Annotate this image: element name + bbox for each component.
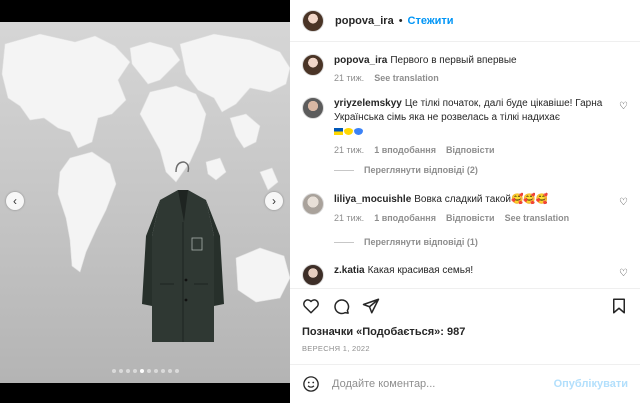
post-date[interactable]: ВЕРЕСНЯ 1, 2022 <box>302 344 370 353</box>
carousel-dot <box>111 369 116 373</box>
caption-see-translation[interactable]: See translation <box>374 71 439 85</box>
comments-list: popova_ira Первого в первый впервые 21 ти… <box>290 43 640 288</box>
replies-line <box>334 169 354 171</box>
reply-button[interactable]: Відповісти <box>446 211 495 225</box>
post-dialog: ‹ › popova_ira • Стежити popova_ira Перво… <box>0 0 640 403</box>
view-replies-button[interactable]: Переглянути відповіді (1) <box>334 237 478 247</box>
add-comment-bar: Опублікувати <box>290 364 640 403</box>
jacket-image <box>142 190 224 342</box>
caption-text: Первого в первый впервые <box>390 55 517 66</box>
follow-button[interactable]: Стежити <box>408 15 454 27</box>
ukraine-flag-icon <box>334 127 343 135</box>
commenter-avatar[interactable] <box>302 97 324 119</box>
carousel-dot <box>125 369 130 373</box>
comment-username[interactable]: z.katia <box>334 265 365 276</box>
reply-button[interactable]: Відповісти <box>446 143 495 157</box>
likes-count[interactable]: Позначки «Подобається»: 987 <box>302 326 465 338</box>
caption-item: popova_ira Первого в первый впервые 21 ти… <box>302 54 628 85</box>
chevron-right-icon: › <box>272 194 276 208</box>
media-top-bar <box>0 0 290 22</box>
header-separator: • <box>398 14 403 27</box>
carousel-dot <box>118 369 123 373</box>
post-actions: Позначки «Подобається»: 987 ВЕРЕСНЯ 1, 2… <box>290 288 640 358</box>
comment-likes[interactable]: 1 вподобання <box>374 211 436 225</box>
view-replies-label: Переглянути відповіді (2) <box>364 165 478 175</box>
comment-likes[interactable]: 1 вподобання <box>374 143 436 157</box>
emoji-text: 🥰🥰🥰 <box>510 194 549 205</box>
post-media: ‹ › <box>0 0 290 403</box>
carousel-dot <box>132 369 137 373</box>
comment-input[interactable] <box>332 378 546 390</box>
yellow-heart-icon <box>344 127 353 135</box>
bookmark-icon[interactable] <box>610 297 628 315</box>
publish-button[interactable]: Опублікувати <box>554 378 628 390</box>
caption-username[interactable]: popova_ira <box>334 55 387 66</box>
comment-username[interactable]: yriyzelemskyy <box>334 98 402 109</box>
carousel-dot <box>139 369 144 373</box>
carousel-dot <box>174 369 179 373</box>
caption-avatar[interactable] <box>302 54 324 76</box>
flag-emoji <box>334 127 363 135</box>
view-replies-label: Переглянути відповіді (1) <box>364 237 478 247</box>
comment-item: z.katia Какая красивая семья! ♡ <box>302 264 628 286</box>
carousel-dot <box>146 369 151 373</box>
view-replies-button[interactable]: Переглянути відповіді (2) <box>334 165 478 175</box>
comment-text: Какая красивая семья! <box>367 265 474 276</box>
carousel-dot <box>153 369 158 373</box>
see-translation-button[interactable]: See translation <box>505 211 570 225</box>
media-bottom-bar <box>0 383 290 403</box>
world-map-wall-image <box>1 33 290 342</box>
replies-line <box>334 241 354 243</box>
comment-item: liliya_mocuishle Вовка сладкий такой🥰🥰🥰 2… <box>302 193 628 225</box>
comment-item: yriyzelemskyy Це тілкі початок, далі буде… <box>302 97 628 157</box>
post-header: popova_ira • Стежити <box>290 0 640 42</box>
carousel-dots <box>0 369 290 373</box>
comment-like-icon[interactable]: ♡ <box>619 101 628 112</box>
comment-time[interactable]: 21 тиж. <box>334 143 364 157</box>
carousel-dot <box>167 369 172 373</box>
commenter-avatar[interactable] <box>302 264 324 286</box>
comment-like-icon[interactable]: ♡ <box>619 197 628 208</box>
post-side-panel: popova_ira • Стежити popova_ira Первого в… <box>290 0 640 403</box>
carousel-next-button[interactable]: › <box>265 192 283 210</box>
comment-icon[interactable] <box>332 297 350 315</box>
comment-username[interactable]: liliya_mocuishle <box>334 194 411 205</box>
chevron-left-icon: ‹ <box>13 194 17 208</box>
emoji-icon[interactable] <box>302 375 320 393</box>
carousel-prev-button[interactable]: ‹ <box>6 192 24 210</box>
comment-time[interactable]: 21 тиж. <box>334 211 364 225</box>
carousel-dot <box>160 369 165 373</box>
blue-heart-icon <box>354 127 363 135</box>
comment-text: Вовка сладкий такой <box>414 194 511 205</box>
author-username[interactable]: popova_ira <box>335 15 394 27</box>
caption-time[interactable]: 21 тиж. <box>334 71 364 85</box>
commenter-avatar[interactable] <box>302 193 324 215</box>
share-icon[interactable] <box>362 297 380 315</box>
heart-icon[interactable] <box>302 297 320 315</box>
author-avatar[interactable] <box>302 9 324 32</box>
comment-like-icon[interactable]: ♡ <box>619 268 628 279</box>
